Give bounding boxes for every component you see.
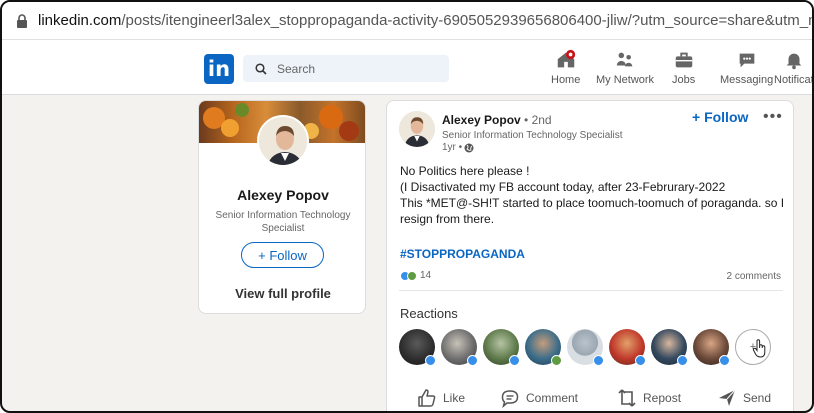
url-path: /posts/itengineerl3alex_stoppropaganda-a… <box>121 12 812 29</box>
send-label: Send <box>743 391 772 405</box>
post-body-line: (I Disactivated my FB account today, aft… <box>400 180 726 194</box>
chat-icon <box>739 53 754 68</box>
like-badge-icon <box>593 355 604 366</box>
search-box[interactable] <box>243 55 449 82</box>
reaction-count: 14 <box>420 270 432 281</box>
reactions-title: Reactions <box>400 306 458 321</box>
nav-label-jobs: Jobs <box>672 74 696 86</box>
like-badge-icon <box>425 355 436 366</box>
browser-window: linkedin.com/posts/itengineerl3alex_stop… <box>0 0 814 413</box>
author-name-text: Alexey Popov <box>442 113 521 127</box>
nav-item-notifications[interactable]: Notificat <box>774 49 814 91</box>
reactor-avatar[interactable] <box>399 329 436 366</box>
like-badge-icon <box>635 355 646 366</box>
post-author-avatar[interactable] <box>399 111 435 147</box>
nav-label-messaging: Messaging <box>720 74 774 86</box>
nav-item-home[interactable]: Home <box>551 49 580 91</box>
like-button[interactable]: Like <box>417 388 465 408</box>
reactor-avatar[interactable] <box>483 329 520 366</box>
reactor-avatar[interactable] <box>693 329 730 366</box>
reactor-avatar[interactable] <box>525 329 562 366</box>
send-icon <box>719 389 736 406</box>
divider <box>399 290 783 291</box>
top-navigation: in Home My Network <box>2 40 812 95</box>
home-icon <box>557 49 575 68</box>
post-card: Alexey Popov • 2nd Senior Information Te… <box>386 100 795 411</box>
reactor-avatar[interactable] <box>441 329 478 366</box>
briefcase-icon <box>675 52 692 68</box>
nav-label-my-network: My Network <box>596 74 655 86</box>
send-button[interactable]: Send <box>717 388 771 408</box>
more-reactors-button[interactable]: + <box>735 329 771 365</box>
nav-item-messaging[interactable]: Messaging <box>720 49 773 91</box>
nav-label-home: Home <box>551 74 581 86</box>
more-options-icon[interactable]: ••• <box>763 108 783 126</box>
people-icon <box>616 52 633 67</box>
post-body-line: This *MET@-SH!T started to place toomuch… <box>400 196 785 210</box>
profile-name[interactable]: Alexey Popov <box>199 187 365 203</box>
person-photo-icon <box>259 117 307 165</box>
post-body-line: No Politics here please ! <box>400 164 530 178</box>
address-bar[interactable]: linkedin.com/posts/itengineerl3alex_stop… <box>2 2 812 40</box>
connection-degree: • 2nd <box>520 113 552 127</box>
nav-label-notifications: Notificat <box>774 74 814 86</box>
search-input[interactable] <box>277 61 437 76</box>
post-author-headline: Senior Information Technology Specialist <box>442 130 623 141</box>
hashtag-link[interactable]: #STOPPROPAGANDA <box>400 247 525 261</box>
profile-avatar[interactable] <box>257 115 309 167</box>
support-badge-icon <box>551 355 562 366</box>
reactor-avatar[interactable] <box>609 329 646 366</box>
reaction-summary[interactable]: 14 <box>400 270 431 281</box>
globe-icon <box>464 143 474 152</box>
reactor-avatar[interactable] <box>567 329 604 366</box>
like-badge-icon <box>467 355 478 366</box>
nav-item-my-network[interactable]: My Network <box>596 49 654 91</box>
reactors-row: + <box>399 329 771 366</box>
lock-icon <box>17 13 27 28</box>
profile-follow-button[interactable]: + Follow <box>241 242 324 268</box>
comment-button[interactable]: Comment <box>500 388 578 408</box>
post-actions-bar: Like Comment Repost Send <box>387 388 795 408</box>
person-photo-icon <box>399 111 435 147</box>
linkedin-logo[interactable]: in <box>204 54 234 84</box>
like-badge-icon <box>719 355 730 366</box>
view-full-profile-link[interactable]: View full profile <box>199 286 365 301</box>
comment-icon <box>501 390 519 408</box>
profile-headline: Senior Information Technology Specialist <box>215 210 351 234</box>
thumbs-up-icon <box>418 389 436 407</box>
search-icon <box>255 62 267 75</box>
repost-button[interactable]: Repost <box>617 388 681 408</box>
like-label: Like <box>443 391 466 405</box>
post-time-text: 1yr • <box>442 142 463 153</box>
post-author-name[interactable]: Alexey Popov • 2nd <box>442 113 552 127</box>
like-badge-icon <box>509 355 520 366</box>
support-reaction-icon <box>407 270 417 281</box>
like-badge-icon <box>677 355 688 366</box>
profile-card: Alexey Popov Senior Information Technolo… <box>198 100 366 314</box>
post-body: No Politics here please ! (I Disactivate… <box>400 163 785 227</box>
post-timestamp: 1yr • <box>442 142 474 153</box>
comment-label: Comment <box>526 391 579 405</box>
nav-item-jobs[interactable]: Jobs <box>672 49 695 91</box>
bell-icon <box>786 53 802 70</box>
comments-count-link[interactable]: 2 comments <box>727 271 781 282</box>
reactor-avatar[interactable] <box>651 329 688 366</box>
url-host: linkedin.com <box>38 12 122 29</box>
hand-cursor-icon <box>752 339 766 358</box>
repost-icon <box>618 389 636 407</box>
repost-label: Repost <box>643 391 682 405</box>
post-follow-button[interactable]: + Follow <box>692 109 748 125</box>
post-body-line: resign from there. <box>400 212 495 226</box>
